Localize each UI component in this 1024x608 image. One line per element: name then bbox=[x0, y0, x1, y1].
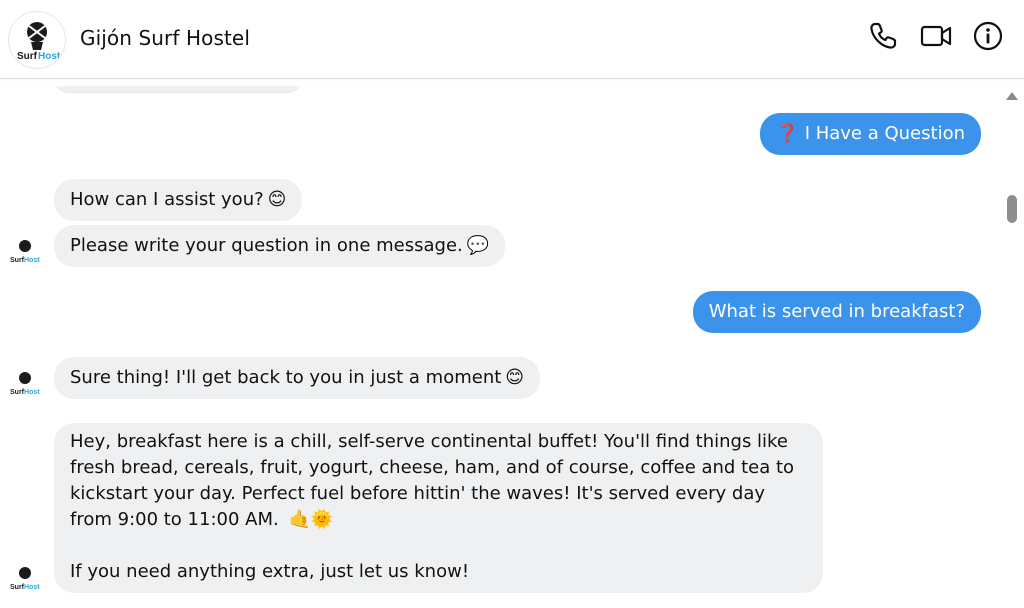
svg-text:Surf: Surf bbox=[10, 257, 25, 264]
svg-text:Surf: Surf bbox=[17, 51, 38, 62]
speech-bubble-emoji-icon: 💬 bbox=[466, 235, 490, 256]
outgoing-message[interactable]: ❓ I Have a Question bbox=[760, 113, 981, 155]
svg-text:Hostel: Hostel bbox=[24, 257, 40, 264]
svg-text:Hostel: Hostel bbox=[24, 389, 40, 396]
message-text: What is served in breakfast? bbox=[708, 301, 965, 322]
chat-header: Surf Hostel Gijón Surf Hostel bbox=[0, 0, 1024, 79]
hostel-logo-avatar[interactable]: Surf Hostel bbox=[8, 11, 66, 69]
incoming-message[interactable]: Please write your question in one messag… bbox=[54, 225, 506, 267]
video-icon bbox=[920, 25, 952, 47]
info-button[interactable] bbox=[971, 19, 1005, 53]
message-text: I Have a Question bbox=[804, 123, 965, 144]
scrollbar-thumb[interactable] bbox=[1007, 195, 1017, 223]
bot-avatar: Surf Hostel bbox=[10, 240, 40, 264]
phone-icon bbox=[870, 22, 897, 49]
question-mark-icon: ❓ bbox=[776, 123, 799, 144]
incoming-message[interactable]: Sure thing! I'll get back to you in just… bbox=[54, 357, 541, 399]
video-call-button[interactable] bbox=[919, 19, 953, 53]
svg-text:Surf: Surf bbox=[10, 584, 25, 591]
smile-emoji-icon: 😊 bbox=[505, 367, 525, 388]
message-text: How can I assist you? bbox=[70, 189, 264, 210]
previous-message-bubble bbox=[54, 86, 302, 93]
chat-title: Gijón Surf Hostel bbox=[80, 26, 250, 50]
info-icon bbox=[973, 21, 1003, 51]
svg-text:Hostel: Hostel bbox=[24, 584, 40, 591]
bot-avatar: Surf Hostel bbox=[10, 567, 40, 591]
call-button[interactable] bbox=[866, 19, 900, 53]
svg-text:Surf: Surf bbox=[10, 389, 25, 396]
smile-emoji-icon: 😊 bbox=[267, 189, 287, 210]
message-text: Hey, breakfast here is a chill, self-ser… bbox=[70, 431, 795, 530]
message-text: Sure thing! I'll get back to you in just… bbox=[70, 367, 502, 388]
outgoing-message[interactable]: What is served in breakfast? bbox=[692, 291, 981, 333]
bot-avatar: Surf Hostel bbox=[10, 372, 40, 396]
svg-text:Hostel: Hostel bbox=[38, 51, 65, 62]
incoming-message[interactable]: Hey, breakfast here is a chill, self-ser… bbox=[54, 423, 823, 593]
conversation-area[interactable]: ❓ I Have a Question How can I assist you?… bbox=[0, 86, 1024, 608]
incoming-message[interactable]: How can I assist you? 😊 bbox=[54, 179, 303, 221]
hostel-logo-icon: Surf Hostel bbox=[17, 22, 65, 62]
scroll-up-arrow-icon[interactable] bbox=[1006, 92, 1018, 100]
message-text-followup: If you need anything extra, just let us … bbox=[70, 561, 470, 582]
message-text: Please write your question in one messag… bbox=[70, 235, 463, 256]
surf-sun-emoji-icon: 🤙🌞 bbox=[288, 509, 334, 530]
